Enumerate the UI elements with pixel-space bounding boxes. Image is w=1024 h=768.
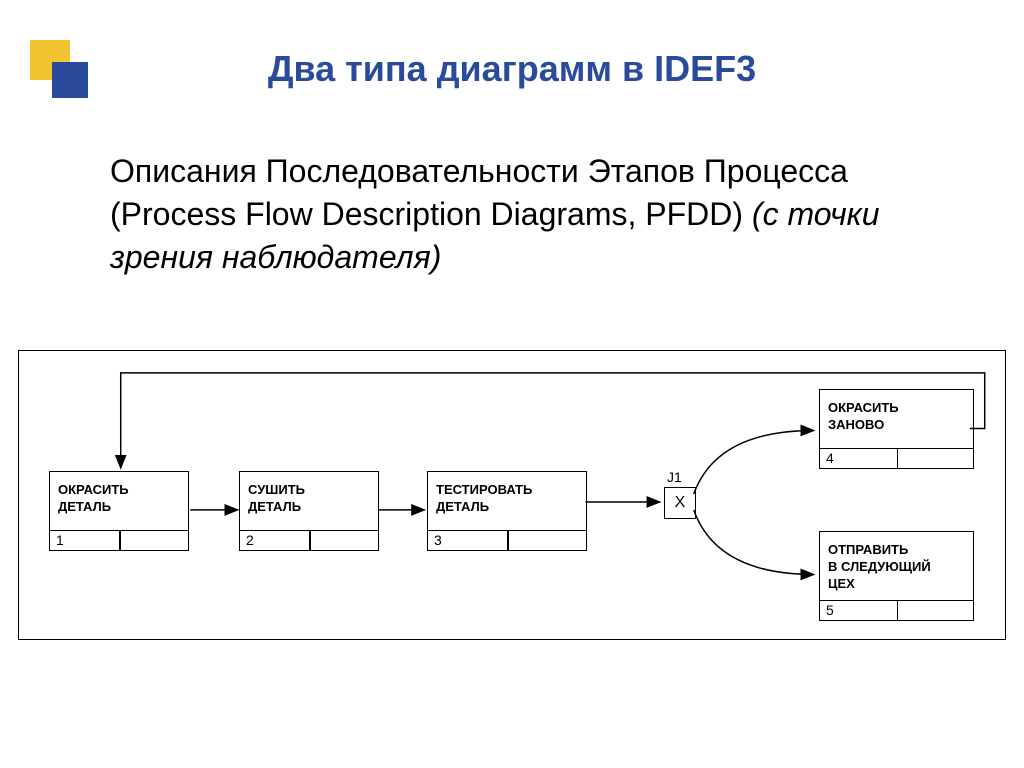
box-id: 5	[826, 602, 834, 618]
diagram-frame: ОКРАСИТЬДЕТАЛЬ 1 СУШИТЬДЕТАЛЬ 2 ТЕСТИРОВ…	[18, 350, 1006, 640]
process-box-5: ОТПРАВИТЬВ СЛЕДУЮЩИЙЦЕХ 5	[819, 531, 974, 621]
box-label: ОКРАСИТЬЗАНОВО	[828, 400, 899, 434]
box-label: ОКРАСИТЬДЕТАЛЬ	[58, 482, 129, 516]
slide-paragraph: Описания Последовательности Этапов Проце…	[110, 150, 930, 280]
box-id: 2	[246, 532, 254, 548]
slide-title: Два типа диаграмм в IDEF3	[0, 48, 1024, 90]
process-box-3: ТЕСТИРОВАТЬДЕТАЛЬ 3	[427, 471, 587, 551]
process-box-1: ОКРАСИТЬДЕТАЛЬ 1	[49, 471, 189, 551]
box-label: ОТПРАВИТЬВ СЛЕДУЮЩИЙЦЕХ	[828, 542, 931, 593]
box-id: 3	[434, 532, 442, 548]
process-box-2: СУШИТЬДЕТАЛЬ 2	[239, 471, 379, 551]
box-id: 1	[56, 532, 64, 548]
junction-box: X	[664, 487, 696, 519]
box-label: ТЕСТИРОВАТЬДЕТАЛЬ	[436, 482, 532, 516]
junction-label: J1	[667, 469, 682, 485]
paragraph-main: Описания Последовательности Этапов Проце…	[110, 153, 848, 232]
box-label: СУШИТЬДЕТАЛЬ	[248, 482, 305, 516]
process-box-4: ОКРАСИТЬЗАНОВО 4	[819, 389, 974, 469]
box-id: 4	[826, 450, 834, 466]
